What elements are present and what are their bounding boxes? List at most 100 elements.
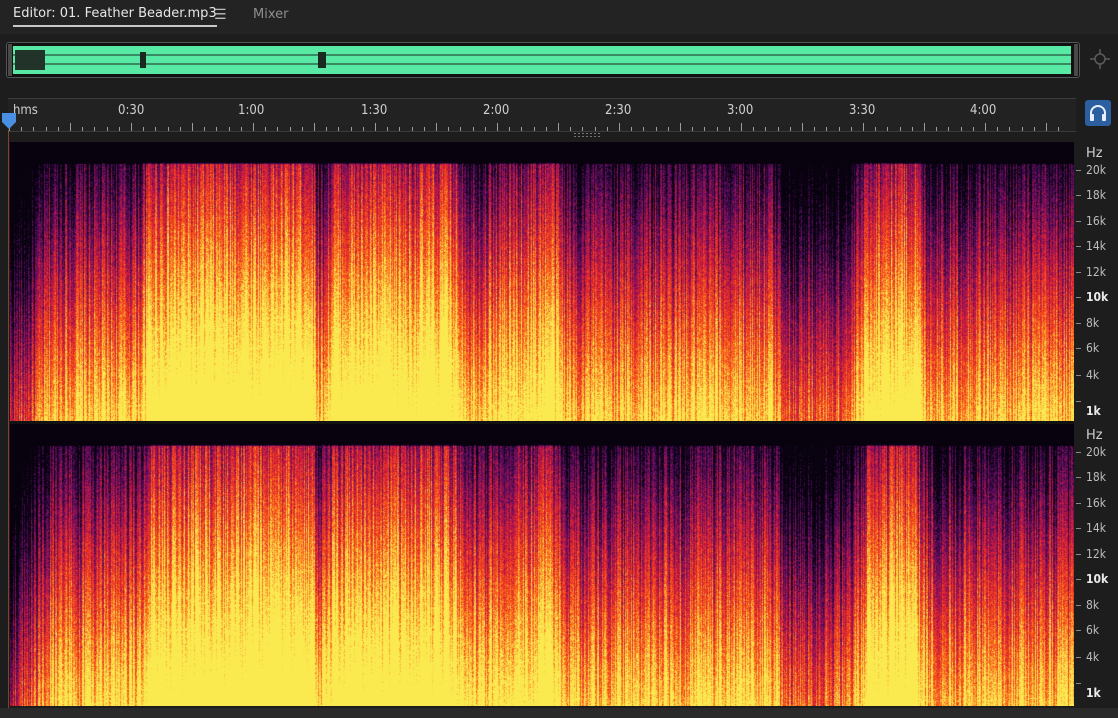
ruler-tick — [961, 127, 962, 131]
ruler-tick — [82, 127, 83, 131]
editor-tab-bar: Editor: 01. Feather Beader.mp3 ☰ Mixer — [0, 0, 1118, 34]
ruler-tick — [936, 127, 937, 131]
ruler-time-label: 1:30 — [361, 103, 388, 118]
hz-tick — [1076, 503, 1081, 504]
playhead-line — [8, 130, 9, 708]
ruler-tick — [424, 127, 425, 131]
ruler-tick — [497, 123, 498, 131]
ruler-tick — [680, 123, 681, 131]
hz-label: 20k — [1086, 445, 1106, 459]
ruler-tick — [94, 127, 95, 131]
hz-label: 16k — [1086, 214, 1106, 228]
spectrogram-channel-left[interactable] — [10, 142, 1074, 424]
ruler-tick — [21, 127, 22, 131]
hz-label: 20k — [1086, 163, 1106, 177]
hz-label: 14k — [1086, 239, 1106, 253]
headphones-button[interactable] — [1085, 100, 1111, 126]
ruler-tick — [582, 127, 583, 131]
hz-label: 4k — [1086, 650, 1100, 664]
ruler-tick — [558, 123, 559, 131]
ruler-tick — [704, 127, 705, 131]
overview-waveform — [13, 50, 1071, 70]
ruler-tick — [924, 123, 925, 131]
ruler-tick — [814, 127, 815, 131]
ruler-tick — [912, 127, 913, 131]
hz-tick — [1076, 323, 1081, 324]
ruler-tick — [216, 127, 217, 131]
ruler-tick — [839, 127, 840, 131]
ruler-tick — [985, 123, 986, 131]
ruler-tick — [119, 127, 120, 131]
spectrogram-channel-right[interactable] — [10, 424, 1074, 706]
hz-tick — [1076, 221, 1081, 222]
panel-splitter-handle[interactable] — [573, 132, 603, 138]
ruler-tick — [399, 127, 400, 131]
playhead-marker-icon[interactable] — [2, 113, 16, 129]
ruler-tick — [241, 127, 242, 131]
ruler-tick — [826, 127, 827, 131]
tab-mixer[interactable]: Mixer — [253, 7, 288, 22]
hz-tick — [1076, 272, 1081, 273]
ruler-tick — [314, 123, 315, 131]
ruler-tick — [534, 127, 535, 131]
ruler-tick — [948, 127, 949, 131]
ruler-tick — [778, 127, 779, 131]
ruler-tick — [887, 127, 888, 131]
hz-unit-label: Hz — [1086, 146, 1103, 161]
hamburger-menu-icon[interactable]: ☰ — [214, 7, 227, 23]
overview-left-handle[interactable] — [8, 44, 12, 76]
hz-label: 18k — [1086, 188, 1106, 202]
ruler-tick — [765, 127, 766, 131]
zoom-navigator-icon[interactable] — [1090, 49, 1110, 69]
ruler-tick — [900, 127, 901, 131]
waveform-overview[interactable] — [6, 42, 1080, 78]
hz-tick — [1076, 195, 1081, 196]
tab-editor[interactable]: Editor: 01. Feather Beader.mp3 — [13, 6, 217, 27]
ruler-tick — [973, 127, 974, 131]
ruler-tick — [351, 127, 352, 131]
ruler-tick — [204, 127, 205, 131]
ruler-time-label: 2:30 — [605, 103, 632, 118]
hz-tick — [1076, 246, 1081, 247]
ruler-tick — [863, 123, 864, 131]
hz-tick — [1076, 348, 1081, 349]
hz-label: 6k — [1086, 341, 1100, 355]
ruler-tick — [790, 127, 791, 131]
hz-tick — [1076, 170, 1081, 171]
ruler-tick — [229, 127, 230, 131]
ruler-tick — [338, 127, 339, 131]
hz-tick — [1076, 657, 1081, 658]
hz-label: 8k — [1086, 598, 1100, 612]
hz-tick — [1076, 452, 1081, 453]
ruler-time-label: 3:30 — [849, 103, 876, 118]
ruler-time-label: 2:00 — [483, 103, 510, 118]
frequency-scale-left: Hz 20k 18k 16k 14k 12k 10k 8k 6k 4k 1k — [1076, 142, 1118, 424]
ruler-tick — [656, 127, 657, 131]
ruler-time-label: 4:00 — [970, 103, 997, 118]
ruler-tick — [387, 127, 388, 131]
ruler-tick — [363, 127, 364, 131]
time-ruler[interactable]: hms 0:30 1:00 1:30 2:00 2:30 3:00 3:30 4… — [8, 98, 1076, 132]
ruler-tick — [46, 127, 47, 131]
ruler-tick — [619, 123, 620, 131]
hz-tick — [1076, 528, 1081, 529]
ruler-tick — [1046, 123, 1047, 131]
hz-label: 12k — [1086, 265, 1106, 279]
overview-right-handle[interactable] — [1074, 44, 1078, 76]
hz-tick — [1076, 375, 1081, 376]
ruler-tick — [1058, 127, 1059, 131]
ruler-tick — [851, 127, 852, 131]
ruler-tick — [180, 127, 181, 131]
ruler-time-label: 3:00 — [727, 103, 754, 118]
ruler-time-label: 1:00 — [238, 103, 265, 118]
hz-label: 8k — [1086, 316, 1100, 330]
ruler-tick — [168, 127, 169, 131]
ruler-tick — [107, 127, 108, 131]
ruler-tick — [546, 127, 547, 131]
ruler-tick — [326, 127, 327, 131]
ruler-tick — [741, 123, 742, 131]
hz-tick — [1076, 554, 1081, 555]
ruler-tick — [473, 127, 474, 131]
ruler-tick — [33, 127, 34, 131]
ruler-tick — [448, 127, 449, 131]
